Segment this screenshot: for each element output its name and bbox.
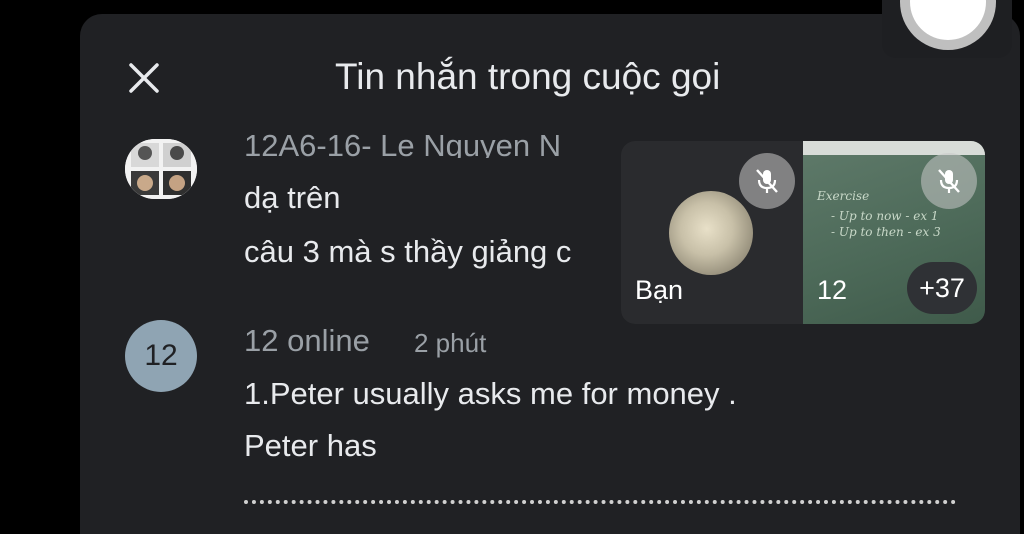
message-sender: 12 online bbox=[244, 323, 370, 358]
page-title: Tin nhắn trong cuộc gọi bbox=[335, 56, 721, 97]
video-pip[interactable]: Bạn Exercise - Up to now - ex 1 - Up to … bbox=[621, 141, 985, 324]
close-button[interactable] bbox=[124, 58, 164, 98]
message-timestamp: 2 phút bbox=[414, 328, 487, 358]
message-sender: 12A6-16- Le Nguyen N bbox=[244, 128, 562, 158]
board-frame bbox=[803, 141, 985, 155]
more-participants-badge[interactable]: +37 bbox=[907, 262, 977, 314]
record-button[interactable] bbox=[900, 0, 996, 50]
participant-label: 12 bbox=[817, 275, 848, 305]
message-line: câu 3 mà s thầy giảng c bbox=[244, 234, 572, 269]
board-line: - Up to then - ex 3 bbox=[831, 225, 941, 239]
avatar-photo-icon bbox=[125, 139, 197, 199]
avatar bbox=[125, 139, 197, 199]
record-icon bbox=[910, 0, 986, 40]
board-line: - Up to now - ex 1 bbox=[831, 209, 939, 223]
self-video-tile[interactable]: Bạn bbox=[621, 141, 803, 324]
chat-header: Tin nhắn trong cuộc gọi bbox=[80, 14, 1020, 134]
mic-off-icon bbox=[921, 153, 977, 209]
close-icon bbox=[129, 63, 159, 93]
message-line: 1.Peter usually asks me for money . bbox=[244, 376, 737, 411]
message-line: Peter has bbox=[244, 428, 377, 463]
record-button-container bbox=[882, 0, 1012, 58]
participant-video-tile[interactable]: Exercise - Up to now - ex 1 - Up to then… bbox=[803, 141, 985, 324]
dotted-line bbox=[244, 500, 956, 510]
avatar-initials: 12 bbox=[144, 339, 178, 372]
avatar: 12 bbox=[125, 320, 197, 392]
board-line: Exercise bbox=[817, 189, 870, 203]
self-avatar bbox=[669, 191, 753, 275]
message-line: dạ trên bbox=[244, 180, 341, 215]
mic-off-icon bbox=[739, 153, 795, 209]
self-label: Bạn bbox=[635, 275, 684, 305]
